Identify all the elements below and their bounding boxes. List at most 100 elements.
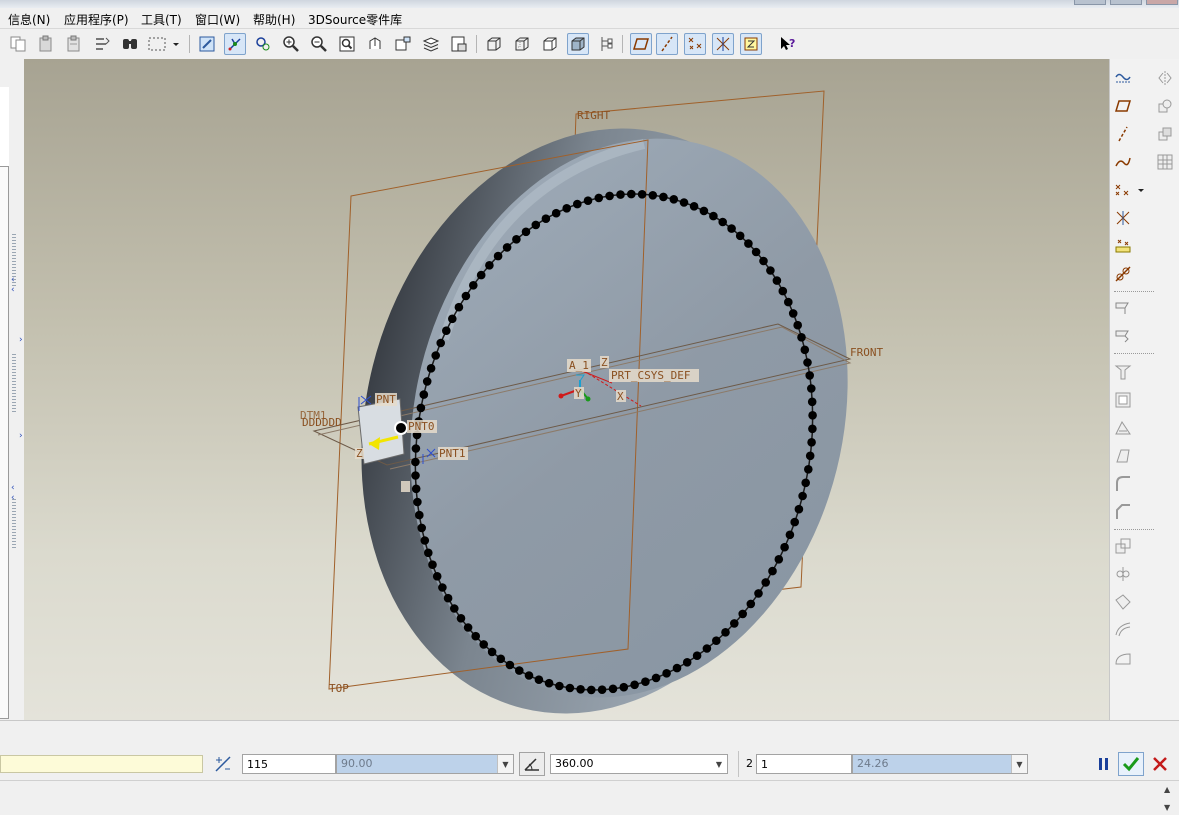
offset-icon[interactable] — [1112, 535, 1134, 557]
hole-marker — [413, 497, 422, 507]
datum-plane-icon[interactable] — [1112, 95, 1134, 117]
minimize-button[interactable] — [1074, 0, 1106, 5]
paste-icon[interactable] — [35, 33, 57, 55]
thicken-icon[interactable] — [1112, 563, 1134, 585]
chevron-down-icon[interactable]: ▼ — [497, 755, 513, 773]
datum-plane-display-icon[interactable] — [630, 33, 652, 55]
member-count-input[interactable] — [242, 754, 336, 774]
analysis-icon[interactable] — [1112, 235, 1134, 257]
select-box-icon[interactable] — [146, 33, 168, 55]
spacing-combo[interactable]: 90.00 ▼ — [336, 754, 514, 774]
dtm-label: DDDDDD — [302, 416, 342, 429]
model-tree-icon[interactable] — [595, 33, 617, 55]
feature-toolbar — [1109, 59, 1179, 720]
point-display-icon[interactable] — [684, 33, 706, 55]
angle-extent-icon[interactable] — [519, 752, 545, 776]
copy-icon[interactable] — [7, 33, 29, 55]
mirror-icon[interactable] — [1154, 67, 1176, 89]
zoom-in-icon[interactable] — [280, 33, 302, 55]
layers-icon[interactable] — [420, 33, 442, 55]
pause-icon[interactable] — [1091, 752, 1117, 776]
collapse-chevron-icon[interactable]: ‹ — [11, 285, 15, 295]
shell-icon[interactable] — [1112, 389, 1134, 411]
hidden-line-icon[interactable] — [511, 33, 533, 55]
maximize-button[interactable] — [1110, 0, 1142, 5]
annotation-display-icon[interactable] — [740, 33, 762, 55]
scroll-up-icon[interactable]: ▲ — [1164, 785, 1170, 794]
saved-views-icon[interactable] — [392, 33, 414, 55]
angle-combo[interactable]: 360.00 ▼ — [550, 754, 728, 774]
hole-marker — [573, 199, 582, 209]
hole-marker — [463, 623, 473, 632]
dropdown-icon[interactable] — [170, 33, 182, 55]
extrude-icon[interactable] — [1112, 297, 1134, 319]
boundary-blend-icon[interactable] — [1112, 619, 1134, 641]
datum-axis-display-icon[interactable] — [656, 33, 678, 55]
pattern-icon[interactable] — [1154, 151, 1176, 173]
collapse-chevron-icon[interactable]: ‹ — [11, 275, 15, 285]
merge-icon[interactable] — [1154, 95, 1176, 117]
rib-icon[interactable] — [1112, 417, 1134, 439]
hole-marker — [428, 560, 437, 569]
intersect-icon[interactable] — [1154, 123, 1176, 145]
expand-chevron-icon[interactable]: › — [19, 431, 23, 441]
datum-axis-icon[interactable] — [1112, 123, 1134, 145]
refit-icon[interactable] — [336, 33, 358, 55]
chamfer-icon[interactable] — [1112, 501, 1134, 523]
csys-display-icon[interactable] — [712, 33, 734, 55]
hole-marker — [808, 424, 817, 434]
draft-icon[interactable] — [1112, 445, 1134, 467]
cancel-button[interactable] — [1147, 752, 1173, 776]
round-icon[interactable] — [1112, 473, 1134, 495]
menu-3dsource[interactable]: 3DSource零件库 — [308, 11, 402, 28]
orient-mode-icon[interactable] — [252, 33, 274, 55]
hole-marker — [438, 583, 447, 592]
menu-tools[interactable]: 工具(T) — [141, 11, 182, 28]
spin-center-icon[interactable] — [224, 33, 246, 55]
toolbar-separator — [622, 35, 623, 53]
reorient-icon[interactable] — [364, 33, 386, 55]
chevron-down-icon[interactable]: ▼ — [1011, 755, 1027, 773]
datum-point-icon[interactable] — [1112, 179, 1134, 201]
style-icon[interactable] — [1112, 647, 1134, 669]
no-hidden-icon[interactable] — [539, 33, 561, 55]
expand-chevron-icon[interactable]: › — [19, 335, 23, 345]
second-count-input[interactable] — [756, 754, 852, 774]
datum-csys-icon[interactable] — [1112, 207, 1134, 229]
context-help-icon[interactable]: ? — [776, 33, 798, 55]
find-icon[interactable] — [119, 33, 141, 55]
hole-icon[interactable] — [1112, 361, 1134, 383]
close-window-button[interactable] — [1146, 0, 1178, 5]
scroll-down-icon[interactable]: ▼ — [1164, 803, 1170, 812]
collapse-chevron-icon[interactable]: ‹ — [11, 493, 15, 503]
hole-marker — [774, 555, 784, 564]
graphics-viewport[interactable]: RIGHT FRONT TOP A_1 Z PRT_CSYS_DEF Y X P… — [24, 59, 1109, 720]
hole-marker — [630, 680, 639, 690]
sketch-tool-icon[interactable] — [1112, 263, 1134, 285]
wireframe-icon[interactable] — [483, 33, 505, 55]
menu-help[interactable]: 帮助(H) — [253, 11, 295, 28]
second-spacing-combo[interactable]: 24.26 ▼ — [852, 754, 1028, 774]
confirm-button[interactable] — [1118, 752, 1144, 776]
hole-marker — [512, 235, 521, 244]
panel-resize-grip[interactable] — [12, 354, 16, 414]
regenerate-icon[interactable] — [91, 33, 113, 55]
collapse-chevron-icon[interactable]: ‹ — [11, 483, 15, 493]
shading-icon[interactable] — [567, 33, 589, 55]
menu-applications[interactable]: 应用程序(P) — [64, 11, 129, 28]
datum-curve-icon[interactable] — [1112, 151, 1134, 173]
menu-window[interactable]: 窗口(W) — [195, 11, 240, 28]
hole-marker — [702, 644, 712, 653]
solidify-icon[interactable] — [1112, 591, 1134, 613]
panel-resize-grip[interactable] — [12, 499, 16, 549]
sketched-curve-icon[interactable] — [1112, 67, 1134, 89]
revolve-icon[interactable] — [1112, 325, 1134, 347]
redraw-icon[interactable] — [196, 33, 218, 55]
chevron-down-icon[interactable]: ▼ — [711, 755, 727, 773]
zoom-out-icon[interactable] — [308, 33, 330, 55]
first-direction-icon[interactable] — [210, 752, 236, 776]
view-manager-icon[interactable] — [448, 33, 470, 55]
menu-info[interactable]: 信息(N) — [8, 11, 50, 28]
dropdown-icon[interactable] — [1136, 179, 1146, 201]
paste-special-icon[interactable] — [63, 33, 85, 55]
